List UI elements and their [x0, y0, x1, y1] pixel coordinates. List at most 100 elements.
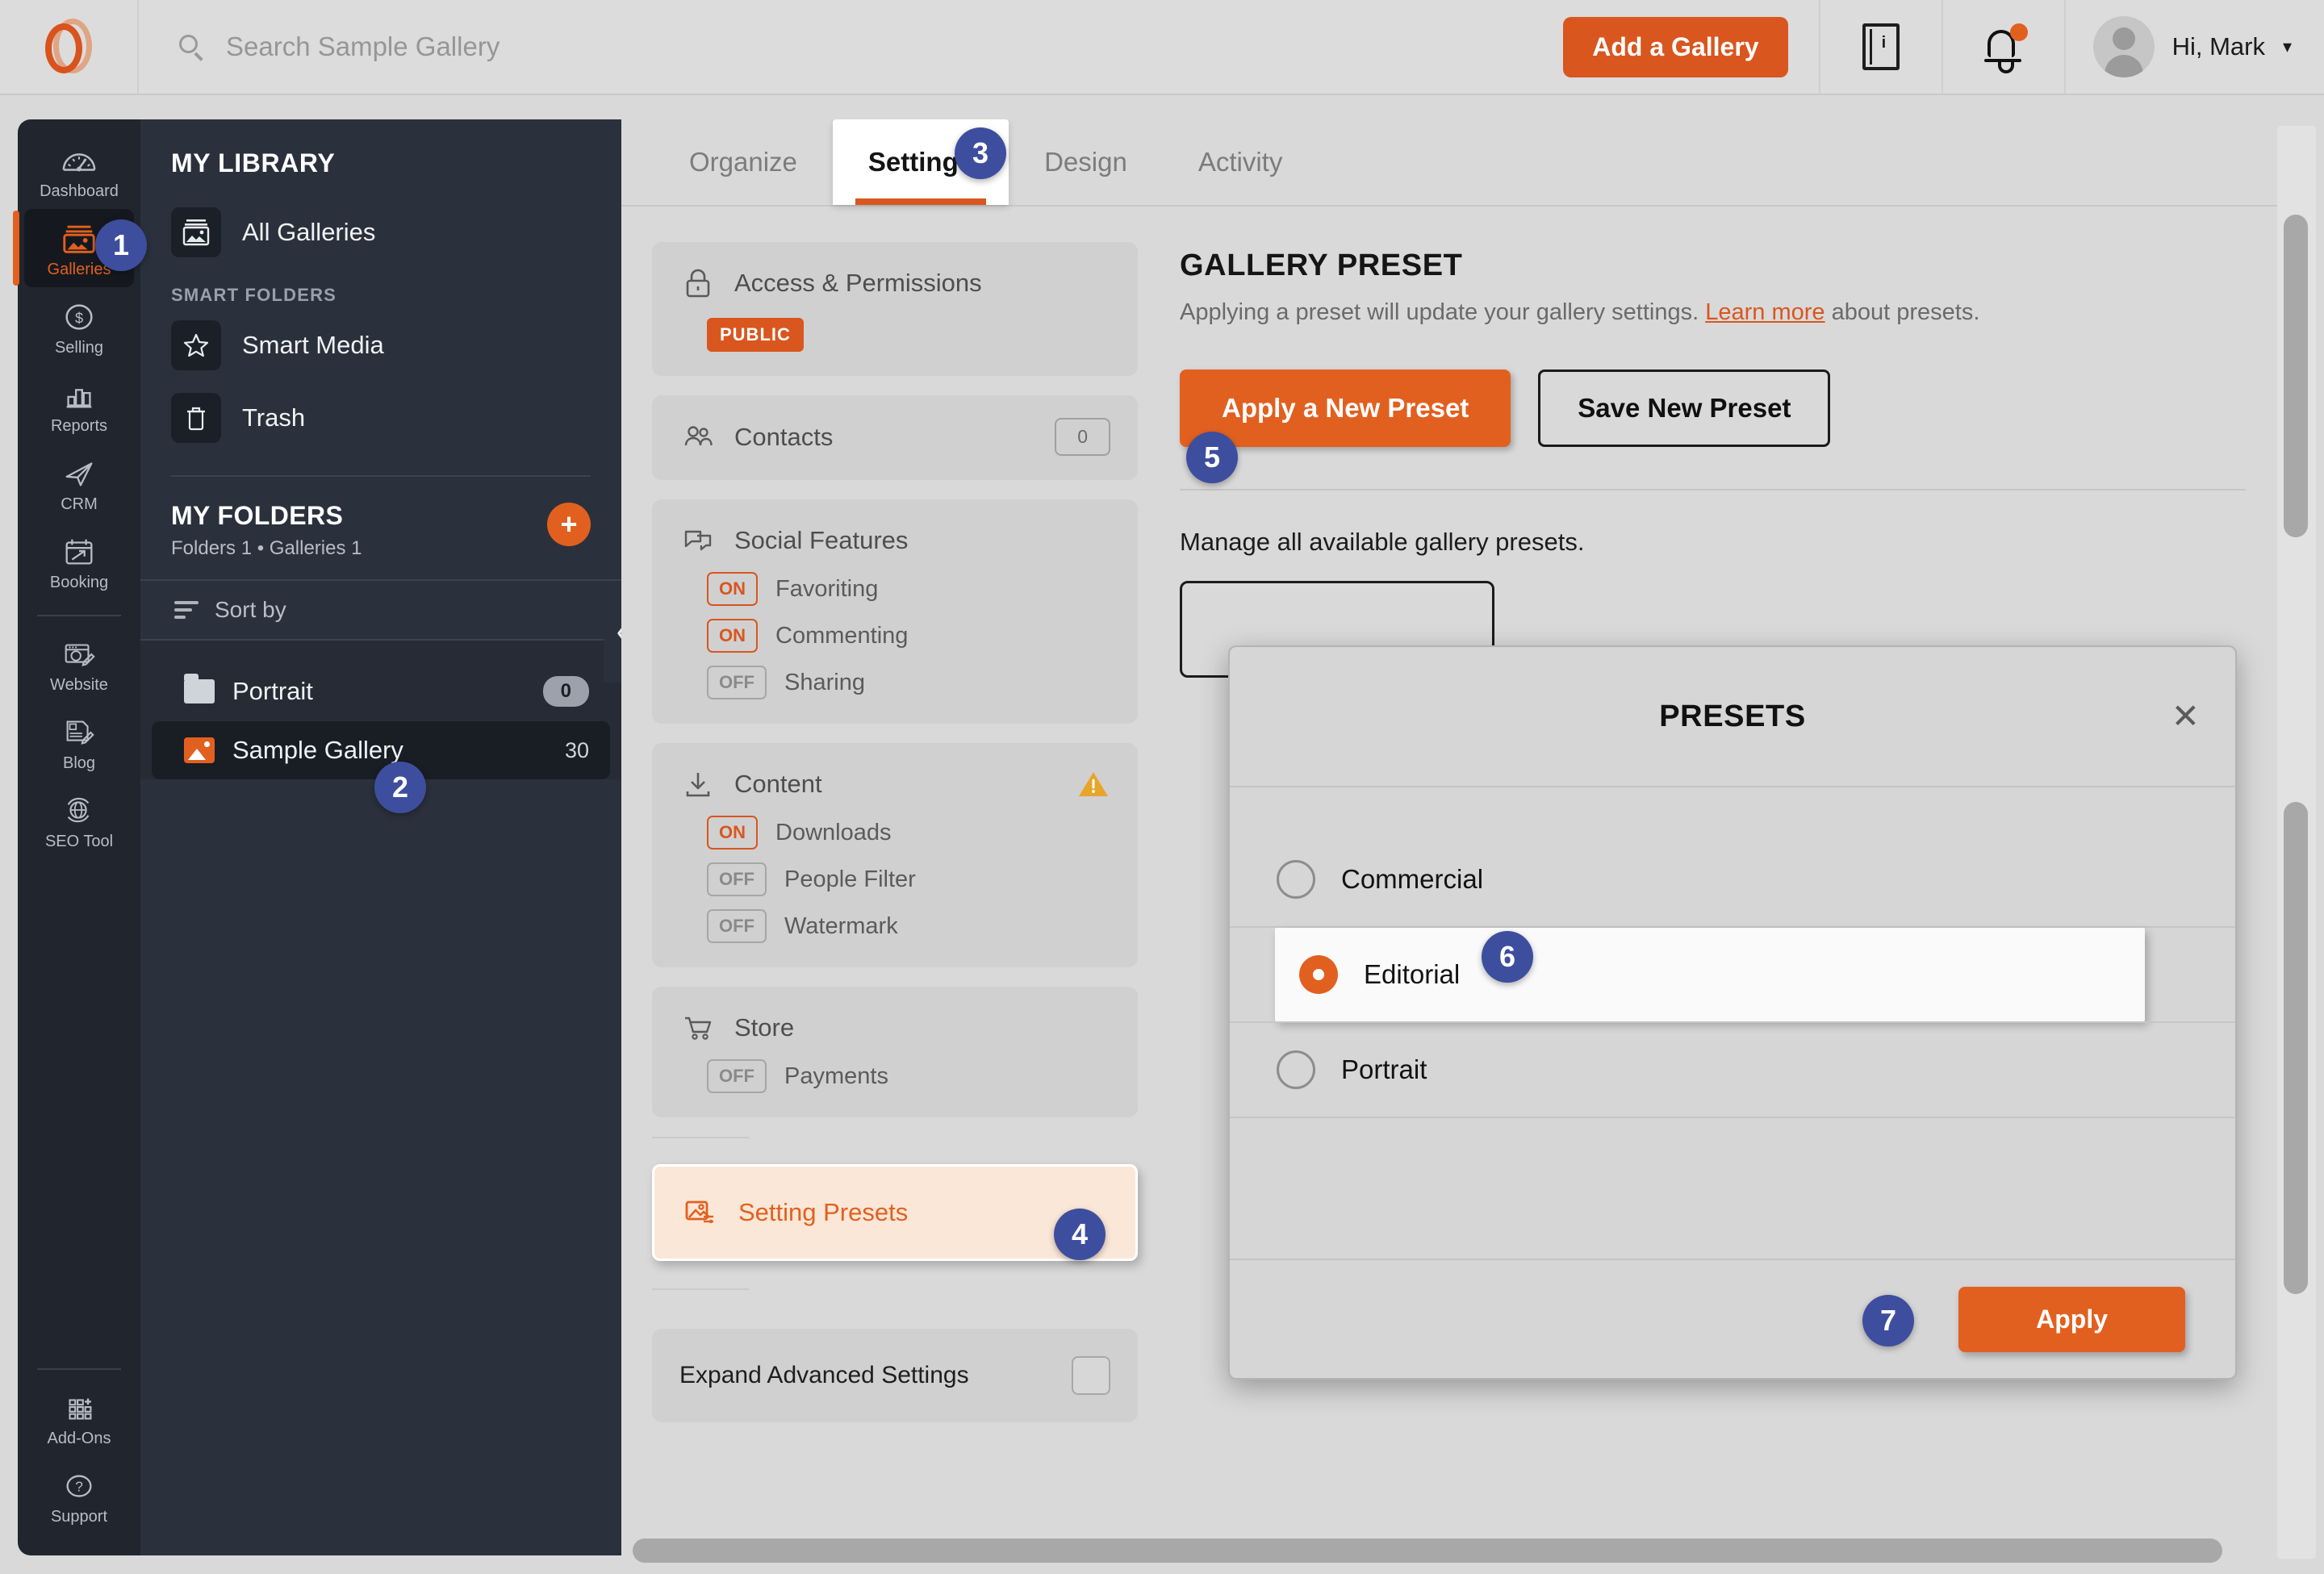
chevron-down-icon: ▾	[2282, 36, 2292, 56]
left-nav-rail: Dashboard Galleries $ Selling Reports CR…	[13, 119, 140, 1555]
card-store[interactable]: Store OFF Payments	[652, 987, 1138, 1117]
option-sharing[interactable]: OFF Sharing	[707, 666, 1110, 699]
card-access-permissions[interactable]: Access & Permissions PUBLIC	[652, 242, 1138, 376]
sort-by-control[interactable]: Sort by	[140, 579, 621, 641]
notification-dot	[2009, 23, 2028, 41]
sidebar-item-smart-media[interactable]: Smart Media	[140, 309, 621, 382]
card-title: Store	[734, 1013, 795, 1042]
svg-text:$: $	[75, 311, 83, 327]
rail-item-blog[interactable]: Blog	[24, 703, 134, 781]
toggle-state: ON	[707, 572, 758, 606]
star-icon	[171, 320, 221, 370]
card-contacts[interactable]: Contacts 0	[652, 395, 1138, 480]
tab-bar: Organize Settings Design Activity	[621, 119, 2288, 207]
add-gallery-button[interactable]: Add a Gallery	[1563, 16, 1788, 77]
calendar-arrow-icon	[59, 533, 99, 570]
expand-advanced-settings-row[interactable]: Expand Advanced Settings	[652, 1329, 1138, 1422]
card-content[interactable]: Content ON Downloads OFF People Filter O…	[652, 743, 1138, 967]
option-favoriting[interactable]: ON Favoriting	[707, 572, 1110, 606]
status-badge-public: PUBLIC	[707, 318, 804, 352]
rail-item-selling[interactable]: $ Selling	[24, 287, 134, 365]
sidebar-item-all-galleries[interactable]: All Galleries	[140, 196, 621, 269]
user-greeting: Hi, Mark	[2171, 32, 2265, 61]
sidebar-item-trash[interactable]: Trash	[140, 382, 621, 454]
save-new-preset-button[interactable]: Save New Preset	[1538, 369, 1831, 447]
step-badge-3: 3	[955, 127, 1006, 179]
image-sliders-icon	[682, 1194, 719, 1231]
rail-item-booking[interactable]: Booking	[24, 522, 134, 600]
option-downloads[interactable]: ON Downloads	[707, 816, 1110, 850]
company-logo[interactable]	[0, 0, 139, 94]
preset-option-commercial[interactable]: Commercial	[1230, 833, 2235, 928]
rail-item-crm[interactable]: CRM	[24, 444, 134, 522]
radio-button[interactable]	[1277, 1050, 1315, 1089]
user-menu[interactable]: Hi, Mark ▾	[2063, 0, 2324, 94]
vertical-scrollbar[interactable]	[2277, 126, 2316, 1559]
card-title: Access & Permissions	[734, 269, 982, 297]
add-folder-button[interactable]: +	[547, 503, 591, 546]
rail-label: Blog	[62, 754, 96, 772]
question-circle-icon: ?	[59, 1468, 99, 1505]
apply-new-preset-button[interactable]: Apply a New Preset	[1180, 369, 1511, 447]
notifications-button[interactable]	[1941, 0, 2064, 94]
rail-item-reports[interactable]: Reports	[24, 365, 134, 444]
step-badge-2: 2	[374, 762, 426, 813]
vertical-scrollbar-thumb[interactable]	[2284, 215, 2308, 537]
tree-item-label: Sample Gallery	[232, 736, 403, 764]
tree-item-count: 0	[542, 676, 589, 707]
search-bar[interactable]	[139, 0, 1532, 94]
logo-ring-front	[45, 23, 82, 73]
my-folders-meta: Folders 1 • Galleries 1	[171, 537, 362, 559]
rail-item-seo-tool[interactable]: SEO Tool	[24, 781, 134, 859]
vertical-scrollbar-thumb-lower[interactable]	[2284, 802, 2308, 1294]
sidebar-item-label: Smart Media	[242, 331, 384, 359]
sort-icon	[174, 601, 199, 619]
option-label: Favoriting	[775, 575, 879, 602]
sidebar-item-label: Trash	[242, 403, 306, 432]
rail-label: Reports	[50, 417, 108, 435]
learn-more-link[interactable]: Learn more	[1705, 299, 1825, 325]
rail-label: CRM	[61, 495, 98, 513]
radio-button[interactable]	[1277, 860, 1315, 899]
guide-book-button[interactable]: i	[1818, 0, 1942, 94]
library-title: MY LIBRARY	[171, 148, 336, 177]
horizontal-scrollbar-thumb[interactable]	[633, 1539, 2222, 1563]
tab-design[interactable]: Design	[1009, 147, 1163, 205]
rail-item-add-ons[interactable]: Add-Ons	[24, 1378, 134, 1456]
option-people-filter[interactable]: OFF People Filter	[707, 862, 1110, 896]
card-social-features[interactable]: Social Features ON Favoriting ON Comment…	[652, 499, 1138, 724]
rail-label: Galleries	[47, 261, 111, 278]
tree-item-portrait[interactable]: Portrait 0	[152, 662, 610, 721]
rail-item-support[interactable]: ? Support	[24, 1456, 134, 1534]
step-badge-7: 7	[1862, 1295, 1914, 1346]
rail-label: SEO Tool	[44, 833, 114, 850]
settings-separator-top	[652, 1137, 749, 1138]
preset-option-label: Portrait	[1341, 1054, 1427, 1084]
radio-button[interactable]	[1299, 955, 1338, 994]
gallery-preset-description: Applying a preset will update your galle…	[1180, 299, 2288, 326]
step-badge-4: 4	[1054, 1209, 1106, 1260]
desc-text-before: Applying a preset will update your galle…	[1180, 299, 1706, 325]
tab-activity[interactable]: Activity	[1163, 147, 1319, 205]
modal-header: PRESETS ✕	[1230, 647, 2235, 787]
option-payments[interactable]: OFF Payments	[707, 1059, 1110, 1093]
rail-item-dashboard[interactable]: Dashboard	[24, 131, 134, 209]
rail-label: Selling	[54, 339, 104, 357]
preset-option-portrait[interactable]: Portrait	[1230, 1021, 2235, 1118]
apply-button[interactable]: Apply	[1958, 1286, 2185, 1352]
card-title: Content	[734, 770, 822, 798]
tree-item-label: Portrait	[232, 677, 313, 705]
rail-label: Support	[50, 1508, 108, 1526]
search-input[interactable]	[226, 31, 1446, 62]
option-commenting[interactable]: ON Commenting	[707, 619, 1110, 653]
horizontal-scrollbar[interactable]	[628, 1537, 2276, 1564]
card-title: Setting Presets	[738, 1198, 909, 1226]
modal-footer: Apply	[1230, 1259, 2235, 1378]
rail-item-website[interactable]: Website	[24, 624, 134, 703]
tab-organize[interactable]: Organize	[654, 147, 833, 205]
option-watermark[interactable]: OFF Watermark	[707, 909, 1110, 943]
bar-chart-icon	[59, 377, 99, 414]
preset-option-editorial[interactable]: Editorial	[1275, 928, 2145, 1021]
close-icon[interactable]: ✕	[2171, 699, 2200, 733]
advanced-settings-checkbox[interactable]	[1072, 1356, 1110, 1395]
